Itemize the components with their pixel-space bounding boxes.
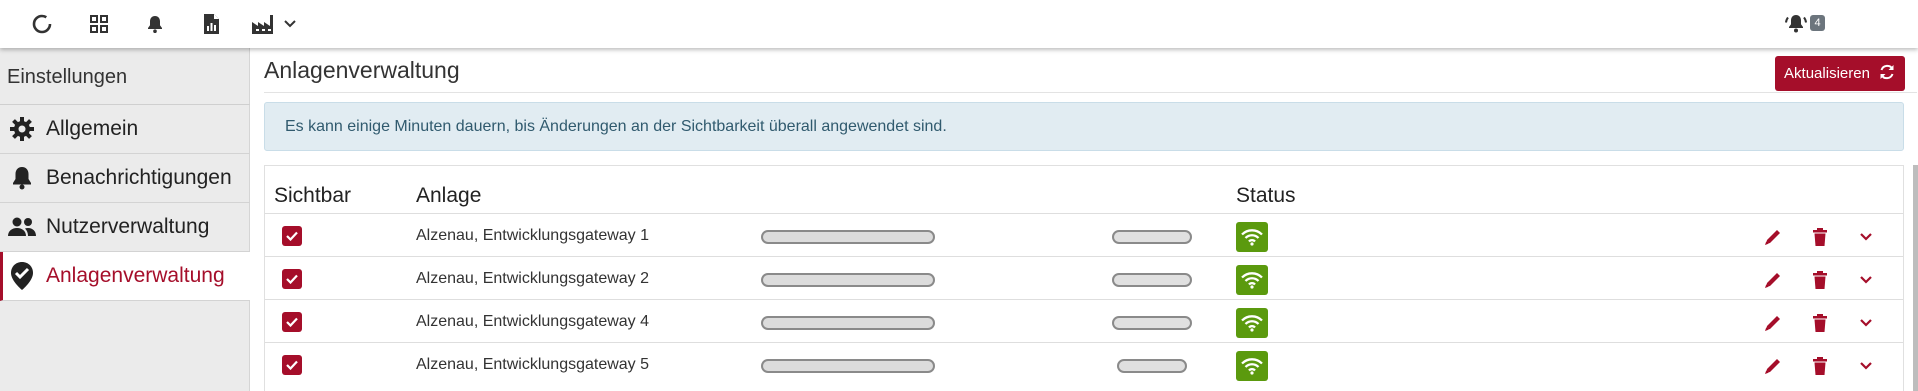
chevron-down-icon[interactable] bbox=[279, 12, 301, 36]
trash-icon[interactable] bbox=[1809, 355, 1831, 377]
alarm-count-badge: 4 bbox=[1810, 15, 1825, 31]
table-row: Alzenau, Entwicklungsgateway 2 bbox=[265, 256, 1903, 299]
chevron-down-icon[interactable] bbox=[1855, 312, 1877, 334]
edit-icon[interactable] bbox=[1762, 226, 1784, 248]
trash-icon[interactable] bbox=[1809, 312, 1831, 334]
wifi-status-icon bbox=[1236, 265, 1268, 295]
info-alert: Es kann einige Minuten dauern, bis Änder… bbox=[264, 102, 1904, 151]
redacted-field bbox=[1112, 316, 1192, 330]
map-marker-check-icon bbox=[7, 261, 37, 291]
refresh-icon bbox=[1878, 63, 1896, 85]
visibility-checkbox[interactable] bbox=[282, 226, 302, 246]
scrollbar[interactable] bbox=[1913, 165, 1918, 391]
visibility-checkbox[interactable] bbox=[282, 312, 302, 332]
page-title: Anlagenverwaltung bbox=[264, 57, 460, 83]
info-alert-text: Es kann einige Minuten dauern, bis Änder… bbox=[285, 117, 947, 135]
wifi-status-icon bbox=[1236, 222, 1268, 252]
edit-icon[interactable] bbox=[1762, 312, 1784, 334]
trash-icon[interactable] bbox=[1809, 226, 1831, 248]
table-row: Alzenau, Entwicklungsgateway 4 bbox=[265, 299, 1903, 342]
plant-name: Alzenau, Entwicklungsgateway 4 bbox=[416, 313, 650, 330]
refresh-button-label: Aktualisieren bbox=[1784, 65, 1870, 82]
column-header-anlage: Anlage bbox=[416, 184, 482, 207]
chevron-down-icon[interactable] bbox=[1855, 269, 1877, 291]
redacted-field bbox=[761, 359, 935, 373]
users-icon bbox=[7, 212, 37, 242]
bell-icon bbox=[7, 163, 37, 193]
sidebar-item-nutzerverwaltung[interactable]: Nutzerverwaltung bbox=[0, 203, 250, 252]
column-header-status: Status bbox=[1236, 184, 1296, 207]
top-navbar: 4 bbox=[0, 0, 1918, 48]
sidebar-item-label: Anlagenverwaltung bbox=[46, 264, 225, 287]
sidebar-title: Einstellungen bbox=[7, 66, 128, 88]
visibility-checkbox[interactable] bbox=[282, 355, 302, 375]
table-row: Alzenau, Entwicklungsgateway 5 bbox=[265, 342, 1903, 385]
sidebar-item-label: Benachrichtigungen bbox=[46, 166, 232, 189]
sidebar-item-benachrichtigungen[interactable]: Benachrichtigungen bbox=[0, 154, 250, 203]
redacted-field bbox=[761, 316, 935, 330]
factory-icon[interactable] bbox=[250, 12, 276, 36]
plant-name: Alzenau, Entwicklungsgateway 1 bbox=[416, 227, 650, 244]
plants-table: Sichtbar Anlage Status Alzenau, Entwickl… bbox=[264, 165, 1904, 391]
redacted-field bbox=[761, 273, 935, 287]
sidebar-item-label: Allgemein bbox=[46, 117, 139, 140]
redacted-field bbox=[1112, 273, 1192, 287]
sidebar-item-anlagenverwaltung[interactable]: Anlagenverwaltung bbox=[0, 252, 250, 301]
main-content: Anlagenverwaltung Aktualisieren Es kann … bbox=[251, 48, 1918, 391]
redacted-field bbox=[1117, 359, 1187, 373]
loading-ring-icon[interactable] bbox=[30, 12, 54, 36]
sidebar-item-label: Nutzerverwaltung bbox=[46, 215, 210, 238]
bell-alarm-icon[interactable] bbox=[1784, 12, 1808, 36]
column-header-sichtbar: Sichtbar bbox=[274, 184, 352, 207]
gear-icon bbox=[7, 114, 37, 144]
settings-sidebar: Einstellungen Allgemein Benachrichtigung… bbox=[0, 48, 250, 391]
visibility-checkbox[interactable] bbox=[282, 269, 302, 289]
edit-icon[interactable] bbox=[1762, 355, 1784, 377]
trash-icon[interactable] bbox=[1809, 269, 1831, 291]
refresh-button[interactable]: Aktualisieren bbox=[1775, 56, 1905, 91]
table-row: Alzenau, Entwicklungsgateway 1 bbox=[265, 213, 1903, 256]
plant-name: Alzenau, Entwicklungsgateway 2 bbox=[416, 270, 650, 287]
chevron-down-icon[interactable] bbox=[1855, 226, 1877, 248]
redacted-field bbox=[1112, 230, 1192, 244]
title-divider bbox=[264, 92, 1917, 93]
wifi-status-icon bbox=[1236, 351, 1268, 381]
file-chart-icon[interactable] bbox=[199, 12, 223, 36]
redacted-field bbox=[761, 230, 935, 244]
plant-name: Alzenau, Entwicklungsgateway 5 bbox=[416, 356, 650, 373]
sidebar-item-allgemein[interactable]: Allgemein bbox=[0, 105, 250, 154]
chevron-down-icon[interactable] bbox=[1855, 355, 1877, 377]
wifi-status-icon bbox=[1236, 308, 1268, 338]
bell-icon[interactable] bbox=[143, 12, 167, 36]
edit-icon[interactable] bbox=[1762, 269, 1784, 291]
grid-icon[interactable] bbox=[87, 12, 111, 36]
